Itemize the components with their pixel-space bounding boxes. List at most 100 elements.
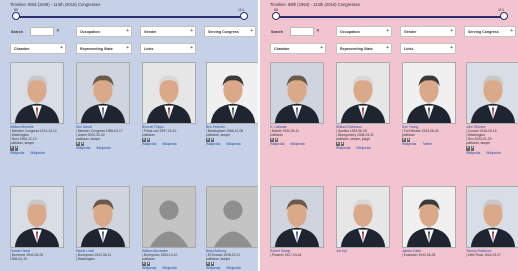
member-photo[interactable] (466, 62, 518, 124)
member-links: Wikipedia Wikipedia (336, 146, 392, 150)
member-link[interactable]: Wikipedia (10, 151, 24, 155)
links-filter-label: Links (144, 46, 154, 51)
search-input[interactable] (30, 27, 54, 36)
member-link[interactable]: Wikipedia (486, 151, 500, 155)
member-photo[interactable] (10, 186, 64, 248)
member-details: H. Callahan | Mobile 1932-09-11 politician… (270, 125, 326, 146)
member-link[interactable]: Wikipedia (270, 142, 284, 146)
search-clear-icon[interactable]: ✕ (316, 28, 320, 34)
member-details: Ben Erdreich | Birmingham 1988-12-08 polit… (206, 125, 258, 146)
badge-a-icon: ■ (10, 146, 14, 151)
member-photo[interactable] (10, 62, 64, 124)
gender-filter[interactable]: Gender + (140, 26, 196, 37)
member-link[interactable]: Wikipedia (356, 146, 370, 150)
member-link[interactable]: Wikipedia (30, 151, 44, 155)
occupation-filter-label: Occupation (80, 29, 100, 34)
slider-start-handle[interactable] (12, 12, 20, 20)
links-filter[interactable]: Links + (400, 43, 456, 54)
member-name[interactable]: Jon Kyl (336, 249, 392, 253)
search-clear-icon[interactable]: ✕ (56, 28, 60, 34)
member-photo[interactable] (270, 62, 324, 124)
member-link[interactable]: Wikipedia (76, 146, 90, 150)
serving-congress-filter[interactable]: Serving Congress + (204, 26, 256, 37)
links-filter-label: Links (404, 46, 414, 51)
slider-start-handle[interactable] (272, 12, 280, 20)
plus-icon[interactable]: + (386, 28, 389, 34)
member-links: Wikipedia Wikipedia (270, 142, 326, 146)
member-photo[interactable] (206, 62, 258, 124)
plus-icon[interactable]: + (190, 28, 193, 34)
member-link[interactable]: Wikipedia (226, 266, 240, 270)
member-photo[interactable] (466, 186, 518, 248)
member-details: Don Young | Fort Meade 1933-06-09 politici… (402, 125, 458, 146)
member-details: Don Alvord | Member Congress:1985-03-17 | … (76, 125, 132, 151)
member-photo[interactable] (142, 62, 196, 124)
search-input[interactable] (290, 27, 314, 36)
slider-end-handle[interactable] (500, 12, 508, 20)
chamber-filter[interactable]: Chamber + (10, 43, 66, 54)
occupation-filter[interactable]: Occupation + (76, 26, 132, 37)
member-link[interactable]: Wikipedia (206, 266, 220, 270)
member-link[interactable]: Wikipedia (290, 142, 304, 146)
member-link[interactable]: Wikipedia (142, 142, 156, 146)
member-details: Beryl Anthony | El Dorado 1938-02-21 polit… (206, 249, 258, 270)
member-photo[interactable] (336, 62, 390, 124)
member-links: Wikipedia Wikipedia (206, 266, 258, 270)
member-link[interactable]: Wikipedia (466, 151, 480, 155)
occupation-filter[interactable]: Occupation + (336, 26, 392, 37)
member-details: William Dickinson | Opelika 1925-06-05 | M… (336, 125, 392, 151)
member-photo[interactable] (336, 186, 390, 248)
member-detail-line: | Little Rock 1942-03-07 (466, 253, 501, 258)
plus-icon[interactable]: + (510, 28, 513, 34)
plus-icon[interactable]: + (320, 45, 323, 51)
member-links: Wikipedia Wikipedia (466, 151, 518, 155)
representing-state-filter-label: Representing State (80, 46, 113, 51)
member-link[interactable]: Wikipedia (142, 266, 156, 270)
member-link[interactable]: Wikipedia (402, 142, 416, 146)
member-link[interactable]: Wikipedia (96, 146, 110, 150)
member-link[interactable]: Wikipedia (206, 142, 220, 146)
member-link[interactable]: Wikipedia (226, 142, 240, 146)
member-details: William Michelle | Member Congress:1974-1… (10, 125, 66, 155)
representing-state-filter[interactable]: Representing State + (336, 43, 392, 54)
serving-congress-filter[interactable]: Serving Congress + (464, 26, 516, 37)
timeline-slider-track[interactable] (274, 16, 506, 18)
plus-icon[interactable]: + (190, 45, 193, 51)
slider-end-handle[interactable] (240, 12, 248, 20)
plus-icon[interactable]: + (126, 45, 129, 51)
member-photo[interactable] (76, 186, 130, 248)
plus-icon[interactable]: + (450, 45, 453, 51)
representing-state-filter[interactable]: Representing State + (76, 43, 132, 54)
plus-icon[interactable]: + (450, 28, 453, 34)
gender-filter[interactable]: Gender + (400, 26, 456, 37)
member-detail-line: | Evanston 1942-06-28 (402, 253, 436, 258)
plus-icon[interactable]: + (250, 28, 253, 34)
member-details: William Alexander | Bunnyman 1983-10-10 po… (142, 249, 198, 270)
member-links: Wikipedia Twitter (402, 142, 458, 146)
placeholder-avatar[interactable] (206, 186, 258, 248)
member-links: Wikipedia Wikipedia (76, 146, 132, 150)
badge-b-icon: ■ (14, 146, 19, 151)
plus-icon[interactable]: + (60, 45, 63, 51)
member-links: Wikipedia Wikipedia (10, 151, 66, 155)
occupation-filter-label: Occupation (340, 29, 360, 34)
chamber-filter[interactable]: Chamber + (270, 43, 326, 54)
member-photo[interactable] (270, 186, 324, 248)
member-links: Wikipedia Wikipedia (206, 142, 258, 146)
member-link[interactable]: Wikipedia (162, 266, 176, 270)
left-panel: Timeline: 88rd (1948) - 114th (2016) Con… (0, 0, 258, 271)
member-photo[interactable] (402, 186, 456, 248)
member-details: John Rhodes | Council 1916-09-18 | Washing… (466, 125, 518, 155)
badge-a-icon: ■ (466, 146, 470, 151)
member-link[interactable]: Wikipedia (162, 142, 176, 146)
member-link[interactable]: Twitter (422, 142, 432, 146)
plus-icon[interactable]: + (386, 45, 389, 51)
member-details: James Kolbe | Evanston 1942-06-28 (402, 249, 458, 257)
member-photo[interactable] (402, 62, 456, 124)
member-photo[interactable] (76, 62, 130, 124)
links-filter[interactable]: Links + (140, 43, 196, 54)
placeholder-avatar[interactable] (142, 186, 196, 248)
plus-icon[interactable]: + (126, 28, 129, 34)
member-link[interactable]: Wikipedia (336, 146, 350, 150)
timeline-slider-track[interactable] (14, 16, 246, 18)
